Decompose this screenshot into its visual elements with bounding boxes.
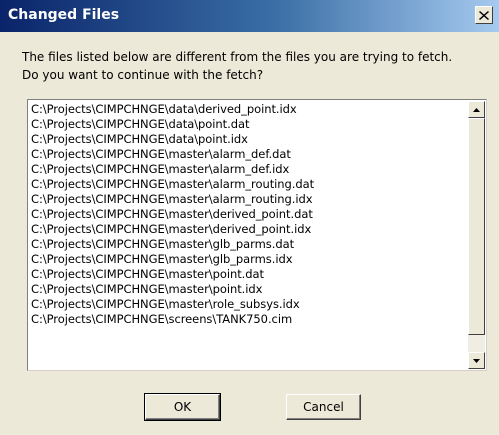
vertical-scrollbar[interactable] bbox=[468, 101, 485, 369]
list-item[interactable]: C:\Projects\CIMPCHNGE\master\point.idx bbox=[31, 282, 466, 297]
list-item[interactable]: C:\Projects\CIMPCHNGE\data\point.dat bbox=[31, 117, 466, 132]
list-item[interactable]: C:\Projects\CIMPCHNGE\screens\TANK750.ci… bbox=[31, 312, 466, 327]
file-list-items: C:\Projects\CIMPCHNGE\data\derived_point… bbox=[31, 102, 466, 327]
list-item[interactable]: C:\Projects\CIMPCHNGE\master\role_subsys… bbox=[31, 297, 466, 312]
list-item[interactable]: C:\Projects\CIMPCHNGE\master\alarm_def.d… bbox=[31, 147, 466, 162]
dialog-title: Changed Files bbox=[8, 7, 120, 23]
message-line-2: Do you want to continue with the fetch? bbox=[22, 68, 264, 82]
list-item[interactable]: C:\Projects\CIMPCHNGE\master\derived_poi… bbox=[31, 207, 466, 222]
scroll-up-button[interactable] bbox=[468, 101, 485, 118]
list-item[interactable]: C:\Projects\CIMPCHNGE\master\point.dat bbox=[31, 267, 466, 282]
scroll-thumb[interactable] bbox=[468, 118, 485, 335]
list-item[interactable]: C:\Projects\CIMPCHNGE\master\alarm_def.i… bbox=[31, 162, 466, 177]
list-item[interactable]: C:\Projects\CIMPCHNGE\master\glb_parms.i… bbox=[31, 252, 466, 267]
scroll-down-button[interactable] bbox=[468, 352, 485, 369]
list-item[interactable]: C:\Projects\CIMPCHNGE\master\alarm_routi… bbox=[31, 177, 466, 192]
title-bar[interactable]: Changed Files bbox=[0, 0, 499, 32]
arrow-down-icon bbox=[473, 358, 480, 363]
list-item[interactable]: C:\Projects\CIMPCHNGE\master\alarm_routi… bbox=[31, 192, 466, 207]
list-item[interactable]: C:\Projects\CIMPCHNGE\master\derived_poi… bbox=[31, 222, 466, 237]
list-item[interactable]: C:\Projects\CIMPCHNGE\data\derived_point… bbox=[31, 102, 466, 117]
list-item[interactable]: C:\Projects\CIMPCHNGE\master\glb_parms.d… bbox=[31, 237, 466, 252]
ok-button[interactable]: OK bbox=[144, 393, 221, 421]
cancel-button[interactable]: Cancel bbox=[286, 394, 361, 420]
changed-files-list[interactable]: C:\Projects\CIMPCHNGE\data\derived_point… bbox=[27, 99, 487, 371]
close-icon bbox=[479, 10, 489, 20]
list-item[interactable]: C:\Projects\CIMPCHNGE\data\point.idx bbox=[31, 132, 466, 147]
message-line-1: The files listed below are different fro… bbox=[22, 50, 453, 64]
message-text: The files listed below are different fro… bbox=[22, 48, 488, 84]
close-button[interactable] bbox=[475, 6, 493, 24]
arrow-up-icon bbox=[473, 107, 480, 112]
changed-files-dialog: Changed Files The files listed below are… bbox=[0, 0, 499, 435]
